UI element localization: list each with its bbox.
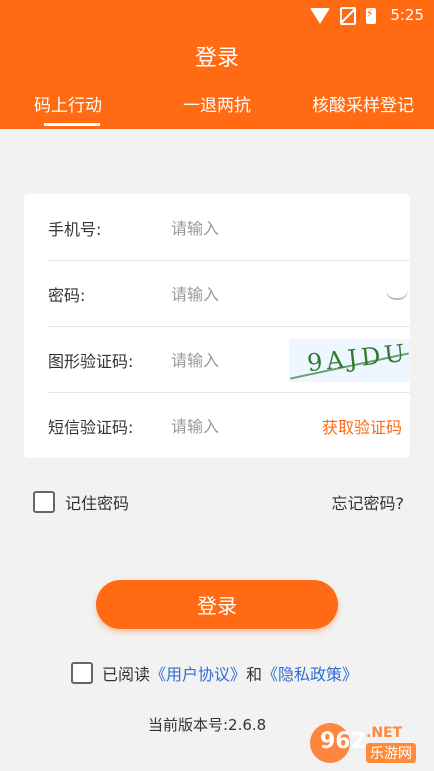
remember-password[interactable]: 记住密码 <box>33 490 129 514</box>
agreement-and: 和 <box>246 665 263 684</box>
captcha-image[interactable]: 9AJDU <box>289 339 410 382</box>
eye-closed-icon[interactable] <box>386 290 408 300</box>
watermark-net: .NET <box>366 725 403 741</box>
captcha-input[interactable] <box>169 346 273 374</box>
agreement-row: 已阅读 《用户协议》 和 《隐私政策》 <box>71 661 358 685</box>
watermark-sub: 乐游网 <box>366 743 416 763</box>
phone-row: 手机号: <box>48 194 410 261</box>
remember-label: 记住密码 <box>65 494 130 513</box>
battery-charging-icon <box>366 7 376 24</box>
phone-label: 手机号: <box>48 220 102 239</box>
forgot-password-link[interactable]: 忘记密码? <box>332 490 405 514</box>
password-input[interactable] <box>169 280 273 308</box>
login-form-card: 手机号: 密码: 图形验证码: 9AJDU 短信验证码: 获取验证码 <box>24 194 410 458</box>
privacy-policy-link[interactable]: 《隐私政策》 <box>262 661 358 685</box>
remember-checkbox[interactable] <box>33 491 55 513</box>
status-time: 5:25 <box>390 6 424 24</box>
get-sms-code-button[interactable]: 获取验证码 <box>322 414 402 438</box>
sms-label: 短信验证码: <box>48 418 134 437</box>
tab-code-action[interactable]: 码上行动 <box>34 91 102 116</box>
version-text: 当前版本号:2.6.8 <box>148 716 267 734</box>
no-sim-icon <box>340 7 356 25</box>
status-bar: 5:25 <box>0 0 434 30</box>
sms-row: 短信验证码: 获取验证码 <box>48 392 410 458</box>
agreement-checkbox[interactable] <box>71 662 93 684</box>
captcha-row: 图形验证码: 9AJDU <box>48 326 410 393</box>
tab-retreat[interactable]: 一退两抗 <box>183 91 251 116</box>
sms-code-input[interactable] <box>169 412 273 440</box>
active-tab-indicator <box>44 123 100 126</box>
site-watermark-logo: 962 .NET 乐游网 <box>310 723 428 763</box>
watermark-number: 962 <box>320 729 366 754</box>
tab-nucleic-test[interactable]: 核酸采样登记 <box>312 91 414 116</box>
phone-input[interactable] <box>169 214 273 242</box>
wifi-icon <box>310 8 330 24</box>
password-row: 密码: <box>48 260 410 327</box>
status-icons <box>310 7 376 25</box>
captcha-text: 9AJDU <box>305 339 410 378</box>
captcha-label: 图形验证码: <box>48 352 134 371</box>
top-tabs: 码上行动 一退两抗 核酸采样登记 <box>0 91 434 129</box>
header-bar: 5:25 登录 码上行动 一退两抗 核酸采样登记 <box>0 0 434 129</box>
user-agreement-link[interactable]: 《用户协议》 <box>150 661 246 685</box>
password-label: 密码: <box>48 286 86 305</box>
page-title: 登录 <box>194 46 239 71</box>
agreement-prefix: 已阅读 <box>102 665 151 684</box>
login-button[interactable]: 登录 <box>96 580 338 629</box>
